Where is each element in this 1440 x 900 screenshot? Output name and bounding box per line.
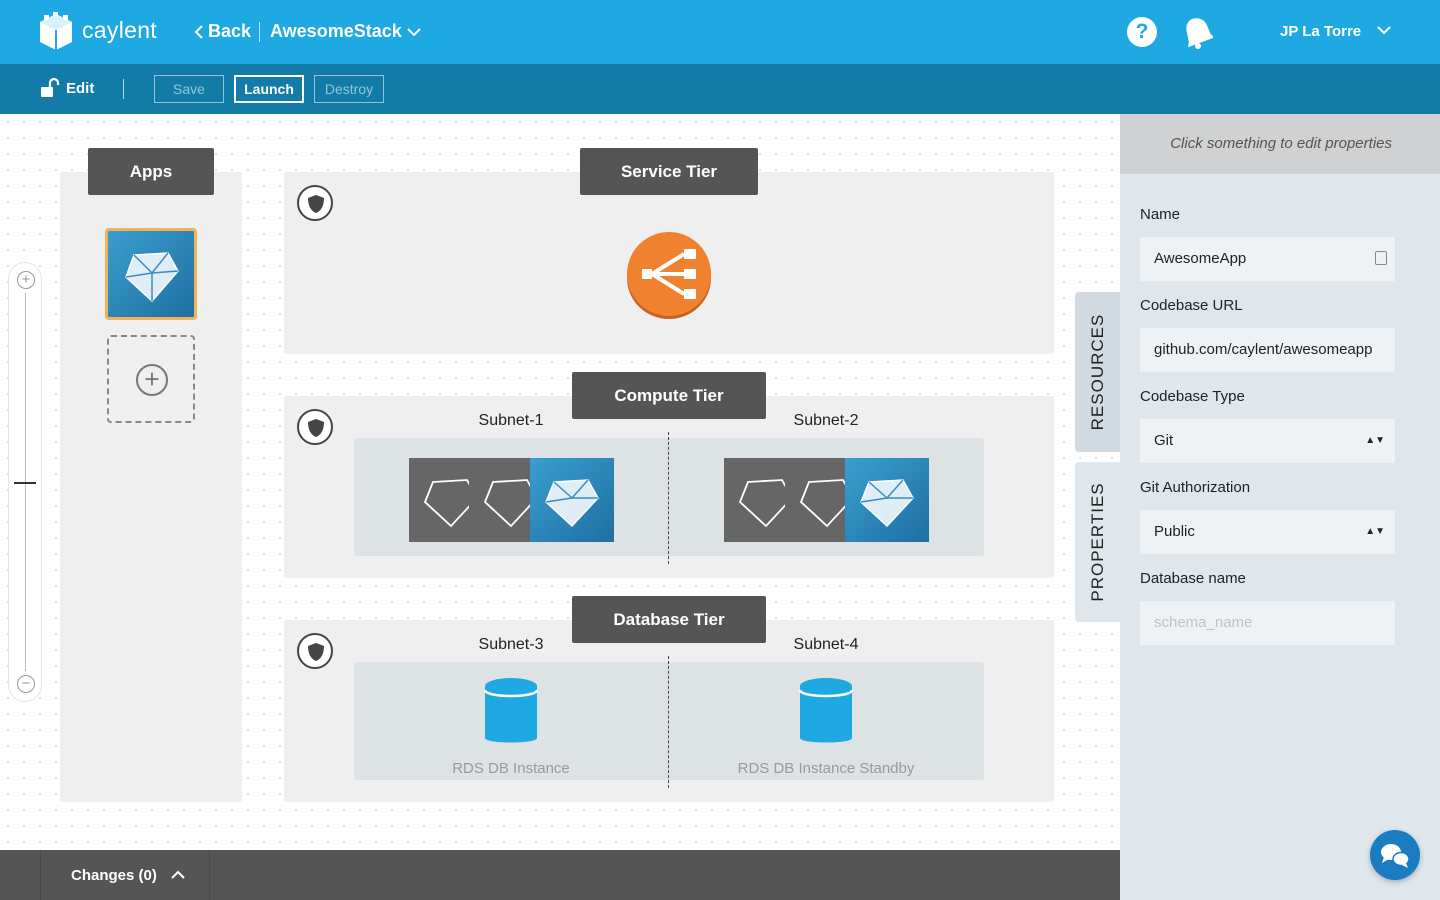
database-name-field[interactable]: schema_name [1140, 601, 1395, 645]
edit-label: Edit [66, 79, 95, 97]
git-auth-label: Git Authorization [1140, 479, 1251, 496]
database-name-label: Database name [1140, 570, 1246, 587]
properties-hint: Click something to edit properties [1120, 114, 1440, 174]
help-icon[interactable]: ? [1127, 17, 1157, 47]
apps-title: Apps [88, 148, 214, 195]
brand-name: caylent [82, 17, 157, 43]
codebase-type-label: Codebase Type [1140, 388, 1245, 405]
instance-app[interactable] [530, 458, 614, 542]
tab-resources[interactable]: RESOURCES [1075, 292, 1120, 452]
subnet-3-label: Subnet-3 [478, 636, 544, 653]
select-caret-icon: ▲▼ [1365, 435, 1385, 446]
database-tier-title: Database Tier [572, 596, 766, 643]
destroy-button[interactable]: Destroy [314, 75, 384, 103]
bell-icon[interactable] [1181, 15, 1213, 49]
select-caret-icon: ▲▼ [1365, 526, 1385, 537]
codebase-url-value: github.com/caylent/awesomeapp [1154, 341, 1373, 358]
database-standby-icon[interactable] [798, 676, 854, 748]
back-label: Back [208, 21, 252, 41]
zoom-in-button[interactable]: + [17, 271, 35, 289]
db-instance-label: RDS DB Instance [452, 760, 570, 777]
unlock-icon [41, 78, 60, 97]
compute-tier-title: Compute Tier [572, 372, 766, 419]
name-value: AwesomeApp [1154, 250, 1247, 267]
load-balancer-icon[interactable] [626, 231, 712, 319]
changes-label: Changes (0) [71, 866, 157, 884]
name-label: Name [1140, 206, 1181, 223]
changes-toggle[interactable]: Changes (0) [40, 850, 210, 900]
shield-icon [308, 643, 324, 661]
bottom-bar: Changes (0) [0, 850, 1120, 900]
chevron-up-icon [171, 870, 185, 879]
toolbar-divider [123, 79, 124, 99]
subnet-4-label: Subnet-4 [793, 636, 859, 653]
app-tile-selected[interactable] [105, 228, 197, 320]
ruby-gem-icon [860, 479, 914, 528]
user-menu-chevron-icon[interactable] [1376, 24, 1392, 36]
tab-properties[interactable]: PROPERTIES [1075, 462, 1120, 622]
codebase-type-select[interactable]: Git ▲▼ [1140, 419, 1395, 463]
security-group-shield-compute[interactable] [297, 409, 333, 445]
properties-panel: Click something to edit properties Name … [1120, 114, 1440, 900]
subnet-divider-compute [668, 432, 669, 564]
db-standby-label: RDS DB Instance Standby [737, 760, 915, 777]
codebase-url-field[interactable]: github.com/caylent/awesomeapp [1140, 328, 1395, 372]
zoom-slider-handle[interactable] [14, 482, 36, 484]
edit-toggle[interactable]: Edit [40, 78, 94, 98]
tab-properties-label: PROPERTIES [1087, 482, 1107, 602]
top-header: caylent Back AwesomeStack ? JP La Torre [0, 0, 1440, 64]
stack-selector[interactable]: AwesomeStack [270, 21, 422, 42]
shield-icon [308, 195, 324, 213]
instance-app-2[interactable] [845, 458, 929, 542]
security-group-shield-database[interactable] [297, 633, 333, 669]
service-tier-title: Service Tier [580, 148, 758, 195]
subnet-divider-database [668, 656, 669, 788]
chevron-down-icon [407, 27, 421, 36]
codebase-type-value: Git [1154, 432, 1174, 449]
zoom-out-button[interactable]: − [17, 675, 35, 693]
codebase-url-label: Codebase URL [1140, 297, 1243, 314]
database-icon[interactable] [483, 676, 539, 748]
stack-name-label: AwesomeStack [270, 21, 402, 41]
database-name-placeholder: schema_name [1154, 614, 1253, 631]
git-auth-select[interactable]: Public ▲▼ [1140, 510, 1395, 554]
plus-icon: + [136, 364, 168, 396]
header-divider [259, 22, 260, 42]
ruby-gem-icon [545, 479, 599, 528]
launch-button[interactable]: Launch [234, 75, 304, 103]
save-button[interactable]: Save [154, 75, 224, 103]
chevron-left-icon [194, 24, 203, 39]
back-button[interactable]: Back [194, 21, 251, 42]
subnet-1-label: Subnet-1 [478, 412, 544, 429]
git-auth-value: Public [1154, 523, 1195, 540]
zoom-control: + − [8, 262, 42, 702]
ruby-gem-icon [125, 252, 179, 303]
security-group-shield-service[interactable] [297, 185, 333, 221]
name-field[interactable]: AwesomeApp [1140, 237, 1395, 281]
tab-resources-label: RESOURCES [1087, 313, 1107, 431]
add-app-button[interactable]: + [107, 335, 195, 423]
user-name[interactable]: JP La Torre [1280, 23, 1361, 40]
action-toolbar: Edit Save Launch Destroy [0, 64, 1440, 114]
chat-icon [1381, 844, 1410, 868]
subnet-2-label: Subnet-2 [793, 412, 859, 429]
field-lock-icon [1375, 251, 1387, 265]
shield-icon [308, 419, 324, 437]
chat-button[interactable] [1370, 830, 1420, 880]
caylent-logo-icon[interactable] [38, 12, 74, 52]
